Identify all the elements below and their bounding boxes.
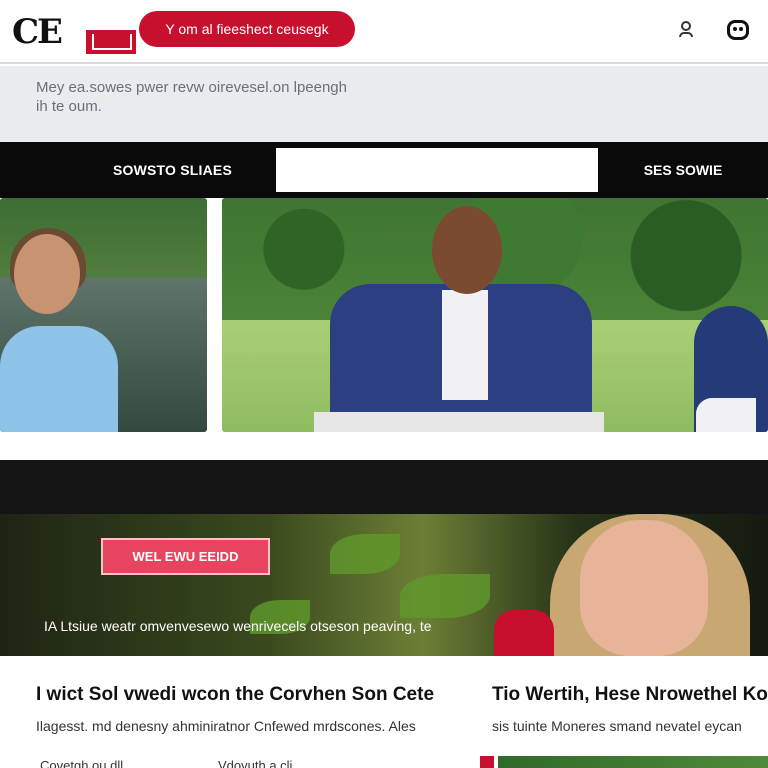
banner-red-accent <box>494 610 554 656</box>
photo-woman-lake[interactable] <box>0 198 207 432</box>
tagline: Mey ea.sowes pwer revw oirevesel.on lpee… <box>36 79 347 115</box>
user-icon[interactable] <box>674 18 698 42</box>
logo-badge-icon <box>86 30 136 54</box>
menu-icon-dot <box>739 27 743 31</box>
article-thumbnail[interactable] <box>480 756 768 768</box>
article-subtitle: Ilagesst. md denesny ahminiratnor Cnfewe… <box>36 718 416 734</box>
menu-icon[interactable] <box>726 18 750 42</box>
user-icon-head <box>681 21 691 31</box>
person-shirt <box>442 290 488 400</box>
promo-banner <box>0 514 768 656</box>
user-icon-body <box>679 32 693 37</box>
person-cuff <box>696 398 756 432</box>
subheader: Mey ea.sowes pwer revw oirevesel.on lpee… <box>0 66 768 142</box>
person-body <box>0 326 118 432</box>
menu-icon-dot <box>733 27 737 31</box>
leaf-decoration <box>400 574 490 618</box>
banner-woman-face <box>580 520 708 656</box>
search-input[interactable] <box>276 148 598 192</box>
banner-caption: IA Ltsiue weatr omvenvesewo wenrivecels … <box>44 618 432 634</box>
site-header: CE Y om al fieeshect ceusegk <box>0 0 768 64</box>
article-card[interactable]: I wict Sol vwedi wcon the Corvhen Son Ce… <box>36 684 456 734</box>
article-title[interactable]: I wict Sol vwedi wcon the Corvhen Son Ce… <box>36 684 456 706</box>
nav-link-left[interactable]: SOWSTO SLIAES <box>0 142 258 198</box>
dark-divider-band <box>0 460 768 514</box>
article-subtitle: sis tuinte Moneres smand nevatel eycan <box>492 718 742 734</box>
article-title[interactable]: Tio Wertih, Hese Nrowethel Kor <box>492 684 768 706</box>
article-link[interactable]: Vdovuth a.cli <box>218 758 292 768</box>
site-logo[interactable]: CE <box>12 10 136 58</box>
menu-icon-ring <box>727 20 749 40</box>
banner-woman-photo <box>494 514 768 656</box>
table-top <box>314 412 604 432</box>
person-head <box>432 206 502 294</box>
article-card[interactable]: Tio Wertih, Hese Nrowethel Kor sis tuint… <box>492 684 768 734</box>
logo-text: CE <box>12 12 63 52</box>
nav-bar: SOWSTO SLIAES SES SOWIE <box>0 142 768 198</box>
nav-link-right[interactable]: SES SOWIE <box>598 142 768 198</box>
promo-pill-button[interactable]: Y om al fieeshect ceusegk <box>139 11 355 47</box>
photo-man-lawn[interactable] <box>222 198 768 432</box>
banner-cta-button[interactable]: WEL EWU EEIDD <box>101 538 270 575</box>
article-link[interactable]: Covetgh ou dll <box>40 758 123 768</box>
leaf-decoration <box>330 534 400 574</box>
person-head <box>14 234 80 314</box>
